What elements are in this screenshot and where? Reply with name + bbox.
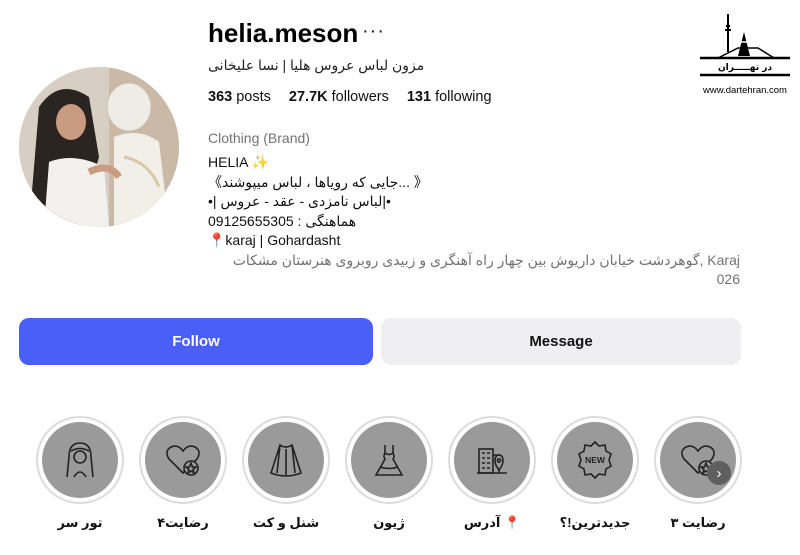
highlight-ring [654,416,742,504]
wedding-dress-icon [374,445,404,476]
message-button[interactable]: Message [381,318,741,365]
watermark-url: www.dartehran.com [703,85,787,96]
highlight-item[interactable]: شنل و کت [240,416,332,531]
highlight-item[interactable]: رضایت۴ [137,416,229,531]
highlight-ring [242,416,330,504]
profile-stats: 363 posts 27.7K followers 131 following [208,89,492,105]
posts-stat[interactable]: 363 posts [208,89,271,105]
svg-text:NEW: NEW [585,455,606,465]
highlight-label: جدیدترین!؟ [559,515,631,530]
following-count: 131 [406,89,432,105]
avatar-image [19,67,179,227]
more-options-icon[interactable]: ··· [362,20,385,43]
highlights-next-arrow[interactable]: › [707,461,731,485]
following-label: following [435,89,492,105]
tehran-skyline-logo: در تهـــــران [700,14,790,77]
posts-label: posts [236,89,271,105]
follow-button[interactable]: Follow [19,318,373,365]
highlight-item[interactable]: تور سر [34,416,126,531]
building-pin-icon [477,448,507,474]
highlight-item[interactable]: NEW جدیدترین!؟ [549,416,641,531]
heart-star-icon [166,445,200,476]
new-badge-icon: NEW [578,440,612,480]
profile-bio: HELIA ✨ 《جایی که رویاها ، لباس میپوشند..… [208,154,428,248]
highlight-label: آدرس 📍 [463,515,521,530]
followers-label: followers [331,89,389,105]
profile-address[interactable]: گوهردشت خیابان داریوش بین چهار راه آهنگر… [180,251,740,289]
followers-count: 27.7K [288,89,328,105]
profile-full-name: مزون لباس عروس هلیا | نسا علیخانی [208,57,425,73]
highlight-label: رضایت۴ [157,515,209,530]
highlight-label: تور سر [57,515,103,530]
highlight-ring [36,416,124,504]
highlight-item[interactable]: ژیون [343,416,435,531]
highlight-ring [448,416,536,504]
highlight-item[interactable]: آدرس 📍 [446,416,538,531]
highlight-label: رضایت ۳ [670,515,726,530]
followers-stat[interactable]: 27.7K followers [289,89,389,105]
highlight-ring [139,416,227,504]
profile-username: helia.meson [208,18,359,48]
logo-text: در تهـــــران [718,63,772,73]
posts-count: 363 [208,89,233,105]
highlight-label: ژیون [373,515,405,530]
profile-category: Clothing (Brand) [208,130,310,146]
highlight-ring: NEW [551,416,639,504]
profile-avatar[interactable] [19,67,179,227]
highlight-label: شنل و کت [252,515,320,530]
bride-veil-icon [66,442,94,478]
following-stat[interactable]: 131 following [407,89,492,105]
highlight-ring [345,416,433,504]
cape-icon [270,443,302,477]
watermark-logo: در تهـــــران www.dartehran.com [698,12,792,96]
chevron-right-icon: › [716,464,722,482]
